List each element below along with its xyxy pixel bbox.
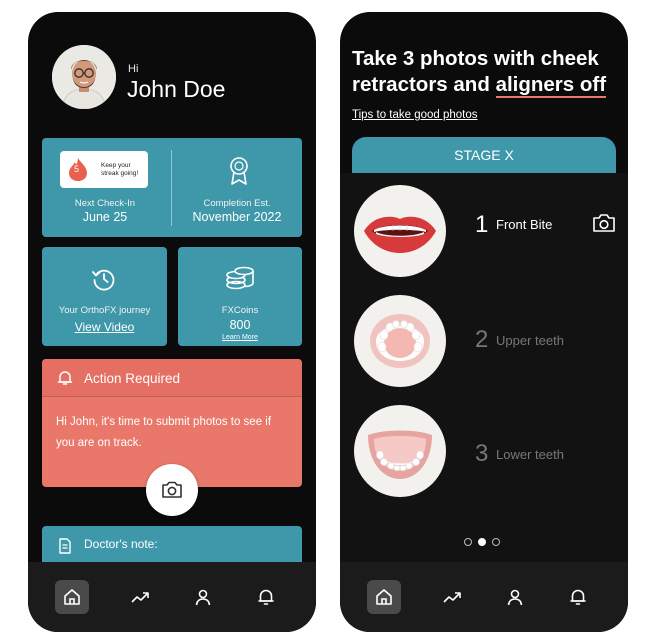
photo-capture-screen: Take 3 photos with cheek retractors and … <box>340 12 628 632</box>
page-dot-active[interactable] <box>478 538 486 546</box>
step-2-number: 2 <box>475 326 489 353</box>
lower-teeth-illustration <box>368 430 432 479</box>
page-dot[interactable] <box>492 538 500 546</box>
front-bite-illustration <box>364 216 436 253</box>
view-video-link[interactable]: View Video <box>42 320 167 334</box>
completion-value: November 2022 <box>192 210 282 224</box>
fxcoins-card[interactable]: FXCoins 800 Learn More <box>178 247 302 346</box>
lower-teeth-photo[interactable] <box>354 405 446 497</box>
streak-text: Keep your streak going! <box>101 162 139 177</box>
upper-teeth-illustration <box>370 314 430 368</box>
nav-notifications[interactable] <box>561 580 595 614</box>
avatar[interactable] <box>52 45 116 109</box>
greeting-hi: Hi <box>128 63 139 75</box>
doctor-note-title: Doctor's note: <box>84 537 158 551</box>
profile-icon <box>195 589 211 606</box>
page-dot[interactable] <box>464 538 472 546</box>
fxcoins-label: FXCoins <box>221 305 259 316</box>
camera-icon[interactable] <box>592 213 616 233</box>
nav-profile[interactable] <box>186 580 220 614</box>
user-name: John Doe <box>127 76 226 102</box>
nav-progress[interactable] <box>435 580 469 614</box>
home-screen: Hi John Doe 5 Keep your streak going! Ne… <box>28 12 316 632</box>
next-checkin-value: June 25 <box>82 210 128 224</box>
step-1-label: Front Bite <box>496 217 553 232</box>
title-line-2a: retractors and <box>352 73 496 96</box>
front-bite-photo[interactable] <box>354 185 446 277</box>
journey-card[interactable]: Your OrthoFX journey View Video <box>42 247 167 346</box>
coins-icon <box>226 266 254 290</box>
journey-label: Your OrthoFX journey <box>58 305 151 316</box>
trend-icon <box>443 592 461 603</box>
bottom-nav <box>340 562 628 632</box>
checkin-card[interactable]: 5 Keep your streak going! Next Check-In … <box>42 138 302 237</box>
action-message: Hi John, it's time to submit photos to s… <box>56 416 272 449</box>
step-3-number: 3 <box>475 440 489 467</box>
learn-more-link[interactable]: Learn More <box>178 334 302 341</box>
title-line-2b: aligners off <box>495 73 607 98</box>
completion-label: Completion Est. <box>203 198 271 209</box>
doctor-note-card[interactable]: Doctor's note: <box>42 526 302 566</box>
home-icon <box>64 589 80 605</box>
streak-count: 5 <box>74 164 80 174</box>
camera-icon <box>162 481 182 498</box>
stage-tab: STAGE X <box>352 137 616 173</box>
page-indicator[interactable] <box>462 537 502 547</box>
action-title: Action Required <box>84 371 181 386</box>
title-line-1: Take 3 photos with cheek <box>352 47 599 70</box>
step-3-label: Lower teeth <box>496 447 564 462</box>
bell-icon <box>570 589 586 605</box>
bell-icon <box>57 371 73 385</box>
tips-link[interactable]: Tips to take good photos <box>352 109 478 121</box>
nav-home[interactable] <box>367 580 401 614</box>
card-divider <box>171 150 172 226</box>
upper-teeth-photo[interactable] <box>354 295 446 387</box>
document-icon <box>59 538 71 554</box>
trend-icon <box>131 592 149 603</box>
bottom-nav <box>28 562 316 632</box>
nav-profile[interactable] <box>498 580 532 614</box>
nav-progress[interactable] <box>123 580 157 614</box>
nav-home[interactable] <box>55 580 89 614</box>
award-icon <box>230 157 248 185</box>
home-icon <box>376 589 392 605</box>
history-icon <box>92 269 115 291</box>
next-checkin-label: Next Check-In <box>74 198 136 209</box>
camera-button[interactable] <box>146 464 198 516</box>
bell-icon <box>258 589 274 605</box>
nav-notifications[interactable] <box>249 580 283 614</box>
fxcoins-value: 800 <box>229 318 251 332</box>
action-header: Action Required <box>42 359 302 397</box>
streak-badge: 5 Keep your streak going! <box>60 151 148 188</box>
step-1-number: 1 <box>475 211 489 238</box>
instructions-title: Take 3 photos with cheek retractors and … <box>352 46 622 98</box>
avatar-illustration <box>52 45 116 109</box>
profile-icon <box>507 589 523 606</box>
step-2-label: Upper teeth <box>496 333 564 348</box>
